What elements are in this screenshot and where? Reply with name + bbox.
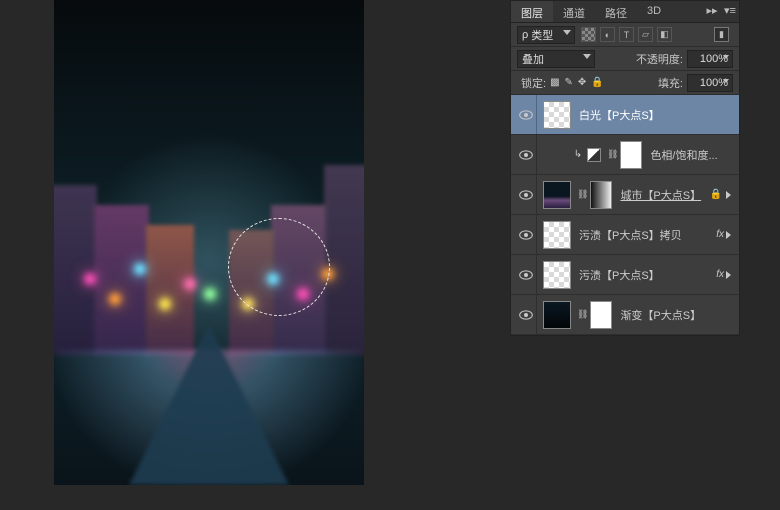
fx-badge[interactable]: fx (716, 269, 724, 280)
fx-badge[interactable]: fx (716, 229, 724, 240)
building (324, 165, 364, 355)
document-canvas[interactable] (54, 0, 364, 485)
blend-row: 叠加 不透明度: 100% (511, 47, 739, 71)
panel-collapse-icon[interactable]: ▸▸ (703, 1, 721, 22)
layers-panel: 图层 通道 路径 3D ▸▸ ▾≡ ρ类型 ◐ T ▱ ◧ ▮ 叠加 不透明度:… (510, 0, 740, 336)
lock-all-icon[interactable]: 🔒 (591, 77, 603, 88)
mask-link-icon[interactable]: ⛓ (577, 189, 588, 200)
expand-fx-icon[interactable] (726, 231, 731, 239)
opacity-input[interactable]: 100% (687, 50, 733, 68)
layer-name[interactable]: 污渍【P大点S】拷贝 (575, 227, 712, 243)
visibility-toggle[interactable] (515, 175, 537, 214)
layer-row[interactable]: ↳ ⛓ 色相/饱和度... (511, 135, 739, 175)
layer-name[interactable]: 渐变【P大点S】 (616, 307, 735, 323)
layer-thumbnail[interactable] (543, 301, 571, 329)
expand-fx-icon[interactable] (726, 271, 731, 279)
lock-paint-icon[interactable]: ✎ (565, 77, 573, 88)
neon-light (159, 298, 171, 310)
tab-paths[interactable]: 路径 (595, 1, 637, 22)
layer-row[interactable]: ⛓ 城市【P大点S】 🔒 (511, 175, 739, 215)
filter-adjust-icon[interactable]: ◐ (600, 27, 615, 42)
mask-thumbnail[interactable] (590, 301, 612, 329)
layer-filter-row: ρ类型 ◐ T ▱ ◧ ▮ (511, 23, 739, 47)
layer-thumbnail[interactable] (543, 261, 571, 289)
layer-name[interactable]: 污渍【P大点S】 (575, 267, 712, 283)
tab-channels[interactable]: 通道 (553, 1, 595, 22)
layer-thumbnail[interactable] (543, 101, 571, 129)
visibility-toggle[interactable] (515, 295, 537, 334)
visibility-toggle[interactable] (515, 215, 537, 254)
lock-pixels-icon[interactable]: ▩ (550, 77, 559, 88)
selection-marquee[interactable] (228, 218, 330, 316)
eye-icon (519, 270, 533, 280)
layer-thumbnail[interactable] (543, 221, 571, 249)
neon-light (109, 293, 121, 305)
lock-row: 锁定: ▩ ✎ ✥ 🔒 填充: 100% (511, 71, 739, 95)
mask-thumbnail[interactable] (620, 141, 642, 169)
visibility-toggle[interactable] (515, 255, 537, 294)
layer-row[interactable]: ⛓ 渐变【P大点S】 (511, 295, 739, 335)
layer-thumbnail[interactable] (543, 181, 571, 209)
clip-icon: ↳ (571, 149, 585, 160)
visibility-toggle[interactable] (515, 135, 537, 174)
opacity-label: 不透明度: (636, 51, 683, 67)
eye-icon (519, 110, 533, 120)
layer-name[interactable]: 色相/饱和度... (646, 147, 735, 163)
neon-light (204, 288, 216, 300)
eye-icon (519, 230, 533, 240)
river (129, 325, 289, 485)
eye-icon (519, 310, 533, 320)
neon-light (184, 278, 196, 290)
mask-link-icon[interactable]: ⛓ (577, 309, 588, 320)
building (54, 185, 97, 355)
blend-mode-select[interactable]: 叠加 (517, 50, 595, 68)
spacer (671, 1, 703, 22)
lock-label: 锁定: (521, 75, 546, 91)
filter-type-icon[interactable]: T (619, 27, 634, 42)
blend-mode-label: 叠加 (522, 51, 544, 67)
lock-icon: 🔒 (710, 189, 722, 200)
layer-name[interactable]: 城市【P大点S】 (616, 187, 709, 203)
adjustment-icon[interactable] (587, 148, 601, 162)
fill-label: 填充: (658, 75, 683, 91)
panel-menu-icon[interactable]: ▾≡ (721, 1, 739, 22)
eye-icon (519, 150, 533, 160)
tab-3d[interactable]: 3D (637, 1, 671, 22)
fill-input[interactable]: 100% (687, 74, 733, 92)
filter-shape-icon[interactable]: ▱ (638, 27, 653, 42)
expand-fx-icon[interactable] (726, 191, 731, 199)
neon-light (134, 263, 146, 275)
panel-tabs: 图层 通道 路径 3D ▸▸ ▾≡ (511, 1, 739, 23)
layer-row[interactable]: 污渍【P大点S】拷贝 fx (511, 215, 739, 255)
mask-thumbnail[interactable] (590, 181, 612, 209)
filter-smart-icon[interactable]: ◧ (657, 27, 672, 42)
neon-light (84, 273, 96, 285)
layer-name[interactable]: 白光【P大点S】 (575, 107, 735, 123)
filter-pixel-icon[interactable] (581, 27, 596, 42)
tab-layers[interactable]: 图层 (511, 1, 553, 22)
eye-icon (519, 190, 533, 200)
filter-toggle[interactable]: ▮ (714, 27, 729, 42)
filter-kind-label: 类型 (531, 27, 553, 43)
lock-position-icon[interactable]: ✥ (578, 77, 586, 88)
layer-row[interactable]: 白光【P大点S】 (511, 95, 739, 135)
visibility-toggle[interactable] (515, 95, 537, 134)
layer-row[interactable]: 污渍【P大点S】 fx (511, 255, 739, 295)
mask-link-icon[interactable]: ⛓ (607, 149, 618, 160)
filter-kind-select[interactable]: ρ类型 (517, 26, 575, 44)
